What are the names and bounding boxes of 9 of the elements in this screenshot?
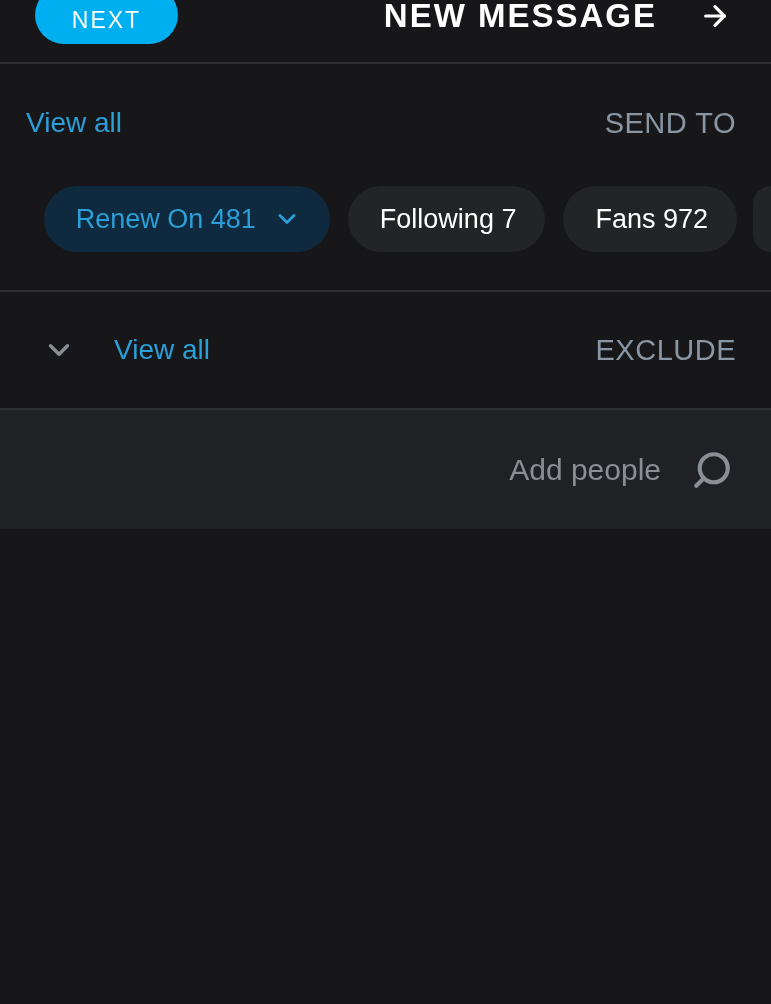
page-title: NEW MESSAGE	[383, 1, 657, 31]
view-all-link[interactable]: View all	[26, 107, 122, 139]
filter-chip[interactable]: Fans 972	[563, 186, 737, 252]
section-heading: EXCLUDE	[595, 333, 736, 367]
section-heading: SEND TO	[604, 106, 736, 140]
search-input[interactable]: Add people	[30, 452, 661, 487]
filter-chip[interactable]: Renew On 481	[43, 186, 330, 252]
filter-chip[interactable]: Following 7	[347, 186, 546, 252]
view-all-link[interactable]: View all	[114, 334, 210, 366]
